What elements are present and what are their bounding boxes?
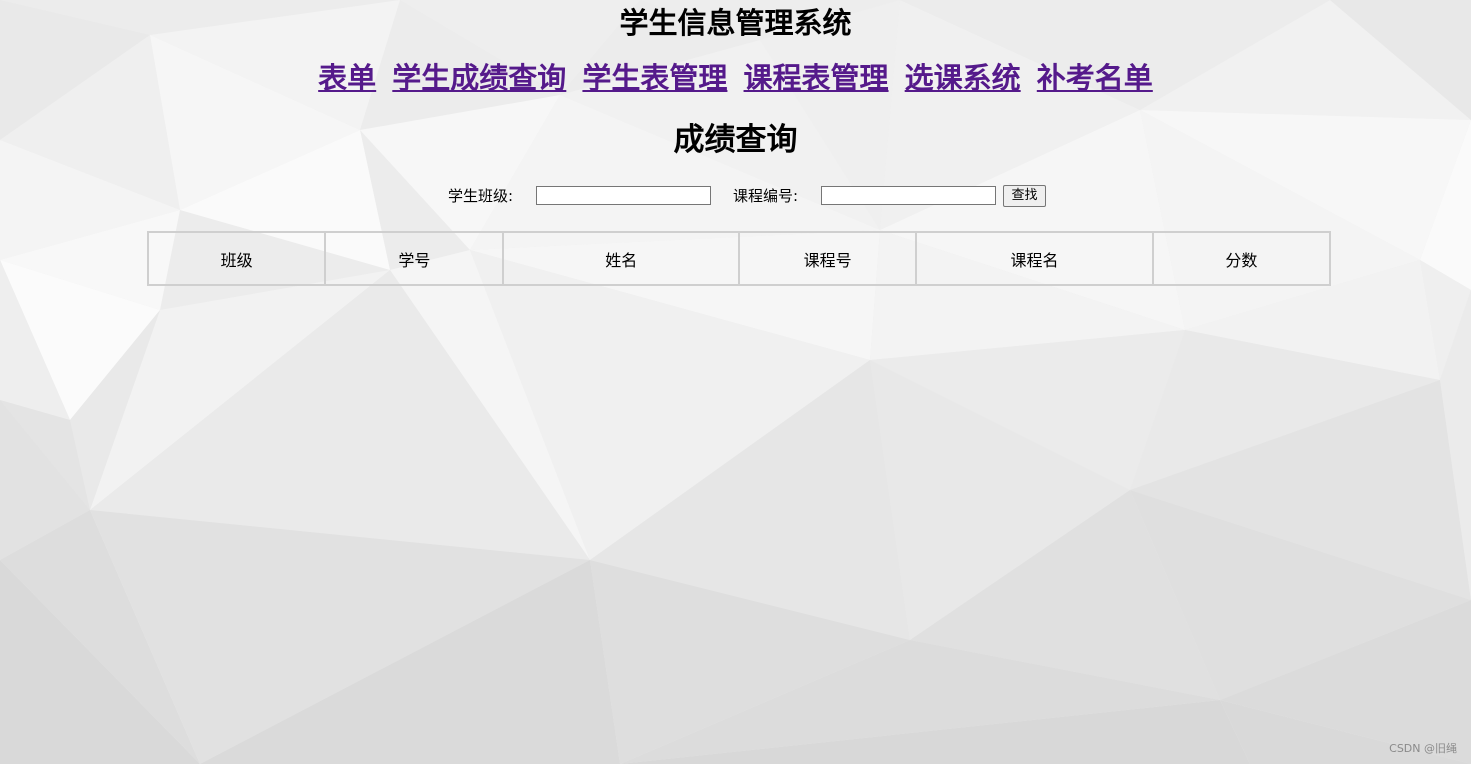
- page-heading: 成绩查询: [673, 122, 798, 158]
- background-pattern: [0, 0, 1471, 764]
- search-form: 学生班级: 课程编号: 查找: [0, 184, 1471, 208]
- grades-table: 班级 学号 姓名 课程号 课程名 分数: [146, 231, 1332, 286]
- column-header-course-id: 课程号: [737, 231, 918, 286]
- nav-link-student-management[interactable]: 学生表管理: [582, 61, 727, 95]
- nav-link-form[interactable]: 表单: [318, 61, 376, 95]
- column-header-name: 姓名: [502, 231, 740, 286]
- nav-link-course-selection[interactable]: 选课系统: [905, 61, 1021, 95]
- nav-link-course-management[interactable]: 课程表管理: [744, 61, 889, 95]
- main-nav: 表单 学生成绩查询 学生表管理 课程表管理 选课系统 补考名单: [0, 56, 1471, 100]
- search-button[interactable]: 查找: [1003, 185, 1046, 207]
- class-label: 学生班级:: [448, 187, 514, 205]
- table-header-row: 班级 学号 姓名 课程号 课程名 分数: [146, 231, 1332, 286]
- nav-link-grade-query[interactable]: 学生成绩查询: [392, 61, 566, 95]
- column-header-student-id: 学号: [324, 231, 505, 286]
- column-header-course-name: 课程名: [915, 231, 1154, 286]
- app-title: 学生信息管理系统: [619, 6, 852, 40]
- class-input[interactable]: [536, 186, 711, 205]
- column-header-score: 分数: [1151, 231, 1332, 286]
- nav-link-makeup-exam-list[interactable]: 补考名单: [1037, 61, 1153, 95]
- column-header-class: 班级: [146, 231, 327, 286]
- course-number-label: 课程编号:: [733, 187, 799, 205]
- course-number-input[interactable]: [821, 186, 996, 205]
- watermark: CSDN @旧绳: [1389, 742, 1457, 755]
